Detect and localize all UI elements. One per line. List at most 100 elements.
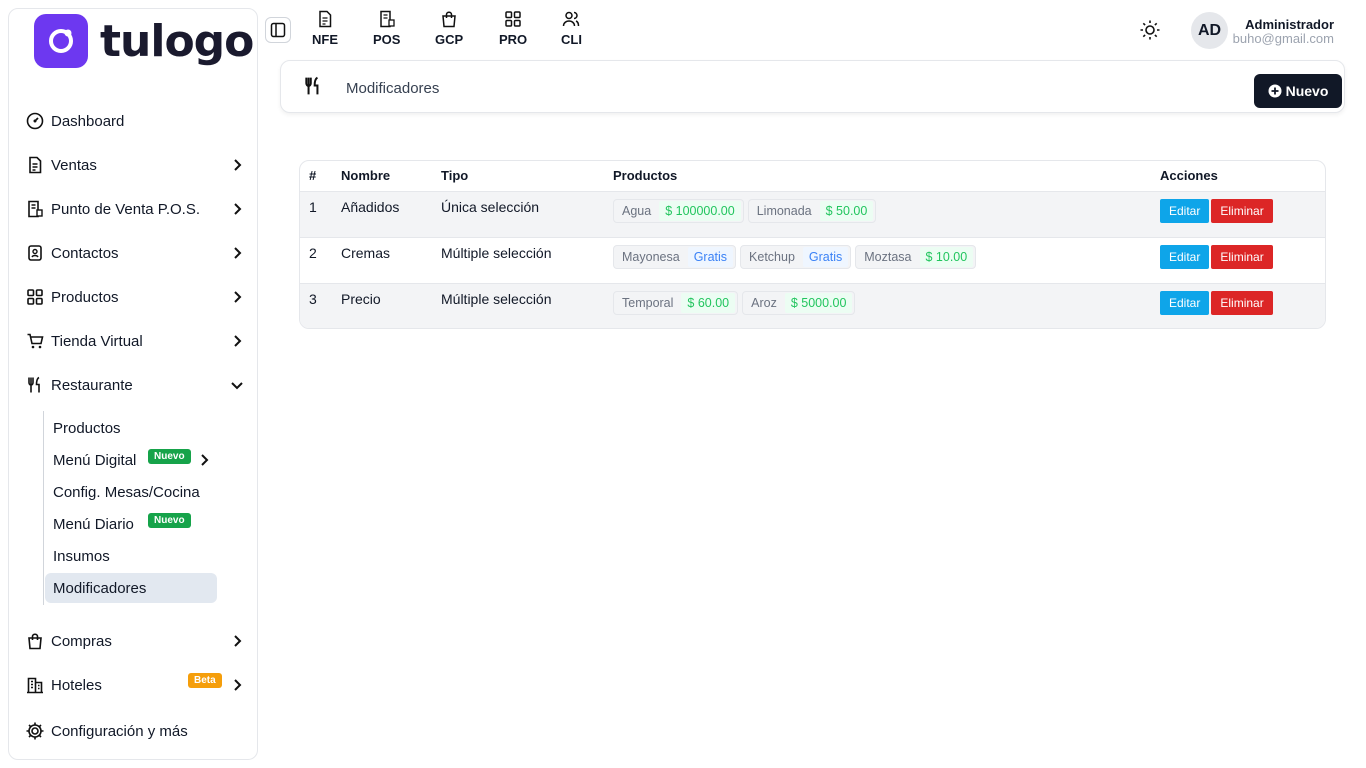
plus-circle-icon (1268, 84, 1282, 98)
sidebar: tulogo Dashboard Ventas Punto de Venta P… (8, 8, 258, 760)
sidebar-subitem-label: Menú Diario (53, 515, 134, 533)
sidebar-item-label: Punto de Venta P.O.S. (51, 200, 201, 218)
topnav-gcp[interactable]: GCP (435, 10, 463, 47)
sidebar-subitem-label: Productos (53, 419, 121, 437)
brand-logo[interactable]: tulogo (34, 13, 254, 69)
sun-icon[interactable] (1139, 19, 1161, 41)
product-chip: Moztasa $ 10.00 (855, 244, 977, 269)
chevron-right-icon (234, 335, 242, 347)
row-number: 3 (300, 283, 332, 328)
sidebar-item-configuracion[interactable]: Configuración y más (25, 716, 247, 746)
sidebar-item-productos[interactable]: Productos (25, 282, 247, 312)
product-price: $ 50.00 (819, 200, 874, 221)
new-button[interactable]: Nuevo (1254, 74, 1342, 108)
sidebar-item-hoteles[interactable]: Hoteles Beta (25, 670, 247, 700)
sidebar-subitem-label: Menú Digital (53, 451, 137, 469)
row-actions: Editar Eliminar (1151, 191, 1325, 238)
users-icon (563, 11, 580, 27)
sidebar-toggle-button[interactable] (265, 17, 291, 43)
delete-button[interactable]: Eliminar (1211, 290, 1273, 315)
grid-icon (25, 287, 45, 307)
panel-icon (270, 22, 286, 38)
sidebar-item-pos[interactable]: Punto de Venta P.O.S. (25, 194, 247, 224)
topnav-label: NFE (312, 32, 338, 47)
row-number: 1 (300, 191, 332, 238)
product-name: Ketchup (749, 249, 795, 264)
gear-icon (25, 721, 45, 741)
modifiers-table: # Nombre Tipo Productos Acciones 1 Añadi… (299, 160, 1326, 329)
product-name: Agua (622, 203, 652, 218)
row-name: Precio (332, 283, 432, 328)
row-name: Añadidos (332, 191, 432, 238)
chevron-right-icon (201, 454, 209, 466)
sidebar-item-label: Productos (51, 288, 119, 306)
utensils-icon (25, 375, 45, 395)
sidebar-item-dashboard[interactable]: Dashboard (25, 106, 247, 136)
product-price: $ 10.00 (919, 246, 974, 267)
sidebar-item-label: Configuración y más (51, 722, 188, 740)
pos-icon (25, 199, 45, 219)
sidebar-item-contactos[interactable]: Contactos (25, 238, 247, 268)
row-type: Múltiple selección (432, 237, 604, 284)
sidebar-item-label: Hoteles (51, 676, 102, 694)
row-actions: Editar Eliminar (1151, 283, 1325, 328)
sidebar-subitem-config-mesas[interactable]: Config. Mesas/Cocina (45, 477, 217, 507)
chevron-right-icon (234, 203, 242, 215)
sidebar-subitem-insumos[interactable]: Insumos (45, 541, 217, 571)
edit-button[interactable]: Editar (1160, 198, 1210, 223)
delete-button[interactable]: Eliminar (1211, 198, 1273, 223)
sidebar-item-label: Compras (51, 632, 112, 650)
receipt-icon (379, 10, 395, 28)
sidebar-item-label: Ventas (51, 156, 97, 174)
edit-button[interactable]: Editar (1160, 290, 1210, 315)
row-type: Única selección (432, 191, 604, 238)
topnav-label: GCP (435, 32, 464, 47)
topnav-label: POS (373, 32, 401, 47)
page-title: Modificadores (346, 80, 440, 97)
topnav-nfe[interactable]: NFE (312, 10, 338, 47)
product-chip: Ketchup Gratis (740, 244, 852, 269)
chevron-right-icon (234, 247, 242, 259)
column-header: Acciones (1151, 161, 1325, 192)
table-row: 1 Añadidos Única selección Agua $ 100000.… (300, 191, 1325, 238)
avatar[interactable]: AD (1191, 12, 1228, 49)
product-chip: Aroz $ 5000.00 (742, 290, 856, 315)
submenu-divider (43, 411, 44, 605)
topnav-cli[interactable]: CLI (561, 10, 582, 47)
topnav-label: CLI (561, 32, 582, 47)
beta-badge: Beta (188, 673, 222, 688)
sidebar-subitem-menu-digital[interactable]: Menú Digital Nuevo (45, 445, 217, 475)
product-chip: Agua $ 100000.00 (613, 198, 744, 223)
logo-icon (34, 14, 88, 68)
sidebar-item-compras[interactable]: Compras (25, 626, 247, 656)
table-header-row: # Nombre Tipo Productos Acciones (300, 161, 1325, 192)
sidebar-item-restaurante[interactable]: Restaurante (25, 370, 247, 400)
sidebar-subitem-productos[interactable]: Productos (45, 413, 217, 443)
column-header: # (300, 161, 332, 192)
column-header: Tipo (432, 161, 604, 192)
new-badge: Nuevo (148, 513, 191, 528)
sidebar-item-label: Tienda Virtual (51, 332, 143, 350)
building-icon (25, 675, 45, 695)
file-icon (319, 10, 332, 28)
row-number: 2 (300, 237, 332, 284)
product-price: $ 60.00 (681, 292, 736, 313)
edit-button[interactable]: Editar (1160, 244, 1210, 269)
new-button-label: Nuevo (1285, 83, 1329, 99)
sidebar-subitem-menu-diario[interactable]: Menú Diario Nuevo (45, 509, 217, 539)
product-chip: Limonada $ 50.00 (747, 198, 877, 223)
sidebar-item-tienda-virtual[interactable]: Tienda Virtual (25, 326, 247, 356)
table-row: 2 Cremas Múltiple selección Mayonesa Grat… (300, 237, 1325, 284)
new-badge: Nuevo (148, 449, 191, 464)
sidebar-item-label: Dashboard (51, 112, 125, 130)
cart-icon (25, 331, 45, 351)
sidebar-item-ventas[interactable]: Ventas (25, 150, 247, 180)
topnav-pos[interactable]: POS (373, 10, 400, 47)
product-name: Limonada (756, 203, 812, 218)
sidebar-subitem-modificadores[interactable]: Modificadores (45, 573, 217, 603)
delete-button[interactable]: Eliminar (1211, 244, 1273, 269)
topnav-pro[interactable]: PRO (499, 10, 527, 47)
product-price: Gratis (802, 246, 849, 267)
sidebar-item-label: Contactos (51, 244, 119, 262)
row-type: Múltiple selección (432, 283, 604, 328)
